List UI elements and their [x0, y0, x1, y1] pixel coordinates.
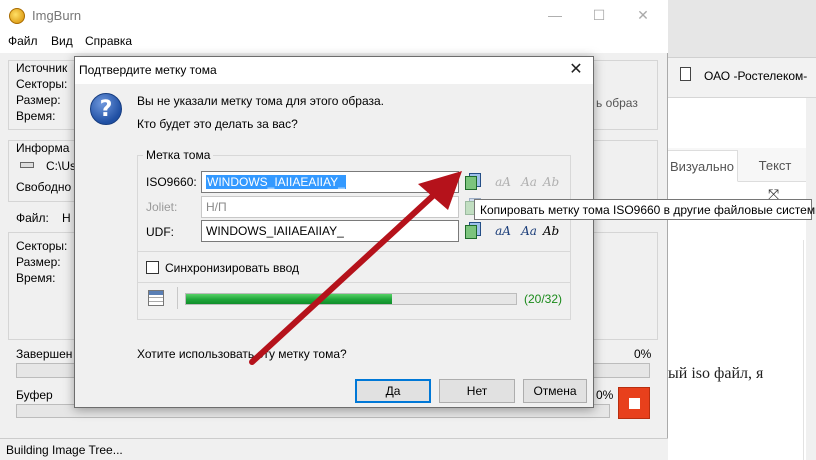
imgburn-menubar: Файл Вид Справка	[0, 31, 668, 53]
menu-help[interactable]: Справка	[85, 34, 132, 48]
label-progress-text: (20/32)	[524, 292, 563, 306]
calendar-icon[interactable]	[148, 290, 164, 306]
menu-file[interactable]: Файл	[8, 34, 38, 48]
tab-visual[interactable]: Визуально	[666, 150, 738, 182]
joliet-label: Joliet:	[146, 200, 178, 214]
dialog-title: Подтвердите метку тома	[79, 63, 217, 77]
complete-percent: 0%	[634, 347, 652, 361]
close-icon[interactable]: ✕	[628, 4, 658, 26]
stop-icon	[629, 398, 640, 409]
label-progress-bar	[185, 293, 517, 305]
udf-label: UDF:	[146, 225, 174, 239]
dialog-message-line1: Вы не указали метку тома для этого образ…	[137, 94, 385, 108]
drive-icon	[20, 162, 34, 168]
background-browser-window: ОАО -Ростелеком- Визуально Текст ⤧ ый is…	[664, 0, 816, 460]
source-size-label: Размер:	[16, 93, 61, 107]
document-icon	[680, 67, 691, 81]
dialog-titlebar: Подтвердите метку тома ✕	[75, 57, 593, 84]
copy-label-icon[interactable]	[463, 172, 483, 192]
yes-button[interactable]: Да	[355, 379, 431, 403]
imgburn-logo-icon	[9, 8, 25, 24]
source-sectors-label: Секторы:	[16, 77, 68, 91]
drive-path: C:\Us	[46, 159, 76, 173]
udf-lowercase-icon[interactable]: aA	[493, 221, 513, 241]
label-progress-fill	[186, 294, 393, 304]
stop-button[interactable]	[618, 387, 650, 419]
editor-paragraph: ый iso файл, я	[668, 365, 764, 382]
udf-titlecase-icon[interactable]: Aa	[519, 221, 539, 241]
udf-bold-case-icon[interactable]: Ab	[541, 221, 561, 241]
lowercase-icon[interactable]: aA	[493, 172, 513, 192]
buffer-percent: 0%	[596, 388, 614, 402]
iso9660-input[interactable]: WINDOWS_IAIIAEAIIAY_	[201, 171, 459, 193]
editor-content	[664, 240, 804, 460]
source-time-label: Время:	[16, 109, 56, 123]
info-group-title: Информа	[16, 141, 70, 155]
sync-checkbox[interactable]	[146, 261, 159, 274]
iso9660-value: WINDOWS_IAIIAEAIIAY_	[206, 175, 346, 189]
cancel-button[interactable]: Отмена	[523, 379, 587, 403]
minimize-icon[interactable]: —	[540, 4, 570, 26]
browser-tab-title[interactable]: ОАО -Ростелеком-	[704, 69, 807, 83]
dialog-message-line2: Кто будет это делать за вас?	[137, 117, 298, 131]
free-space-label: Свободно	[16, 180, 72, 194]
volume-label-dialog: Подтвердите метку тома ✕ ? Вы не указали…	[74, 56, 594, 408]
toolbar-separator	[177, 287, 178, 309]
source-right-fragment: ь образ	[596, 96, 638, 110]
no-button[interactable]: Нет	[439, 379, 515, 403]
dest-size-label: Размер:	[16, 255, 61, 269]
browser-scrollbar[interactable]	[806, 98, 816, 460]
complete-label: Завершен	[16, 347, 73, 361]
iso9660-label: ISO9660:	[146, 175, 197, 189]
dialog-close-icon[interactable]: ✕	[563, 59, 589, 81]
group-divider	[137, 251, 571, 252]
status-text: Building Image Tree...	[6, 443, 123, 457]
dialog-question: Хотите использовать эту метку тома?	[137, 347, 347, 361]
file-label: Файл:	[16, 211, 49, 225]
imgburn-titlebar: ImgBurn — ☐ ✕	[0, 0, 668, 31]
file-value: Н	[62, 211, 71, 225]
dest-sectors-label: Секторы:	[16, 239, 68, 253]
copy-label-udf-icon[interactable]	[463, 221, 483, 241]
buffer-label: Буфер	[16, 388, 53, 402]
group-divider-2	[137, 282, 571, 283]
status-bar: Building Image Tree...	[0, 438, 668, 460]
menu-view[interactable]: Вид	[51, 34, 73, 48]
question-icon: ?	[90, 93, 122, 125]
copy-label-tooltip: Копировать метку тома ISO9660 в другие ф…	[474, 199, 816, 220]
browser-toolbar	[664, 0, 816, 58]
dest-time-label: Время:	[16, 271, 56, 285]
tab-text[interactable]: Текст	[750, 150, 800, 180]
udf-input[interactable]: WINDOWS_IAIIAEAIIAY_	[201, 220, 459, 242]
sync-label: Синхронизировать ввод	[165, 261, 299, 275]
imgburn-title: ImgBurn	[32, 8, 82, 23]
maximize-icon[interactable]: ☐	[584, 4, 614, 26]
bold-case-icon[interactable]: Ab	[541, 172, 561, 192]
joliet-input[interactable]: Н/П	[201, 196, 459, 218]
source-group-title: Источник	[16, 61, 68, 75]
titlecase-icon[interactable]: Aa	[519, 172, 539, 192]
volume-label-group-title: Метка тома	[143, 148, 214, 162]
